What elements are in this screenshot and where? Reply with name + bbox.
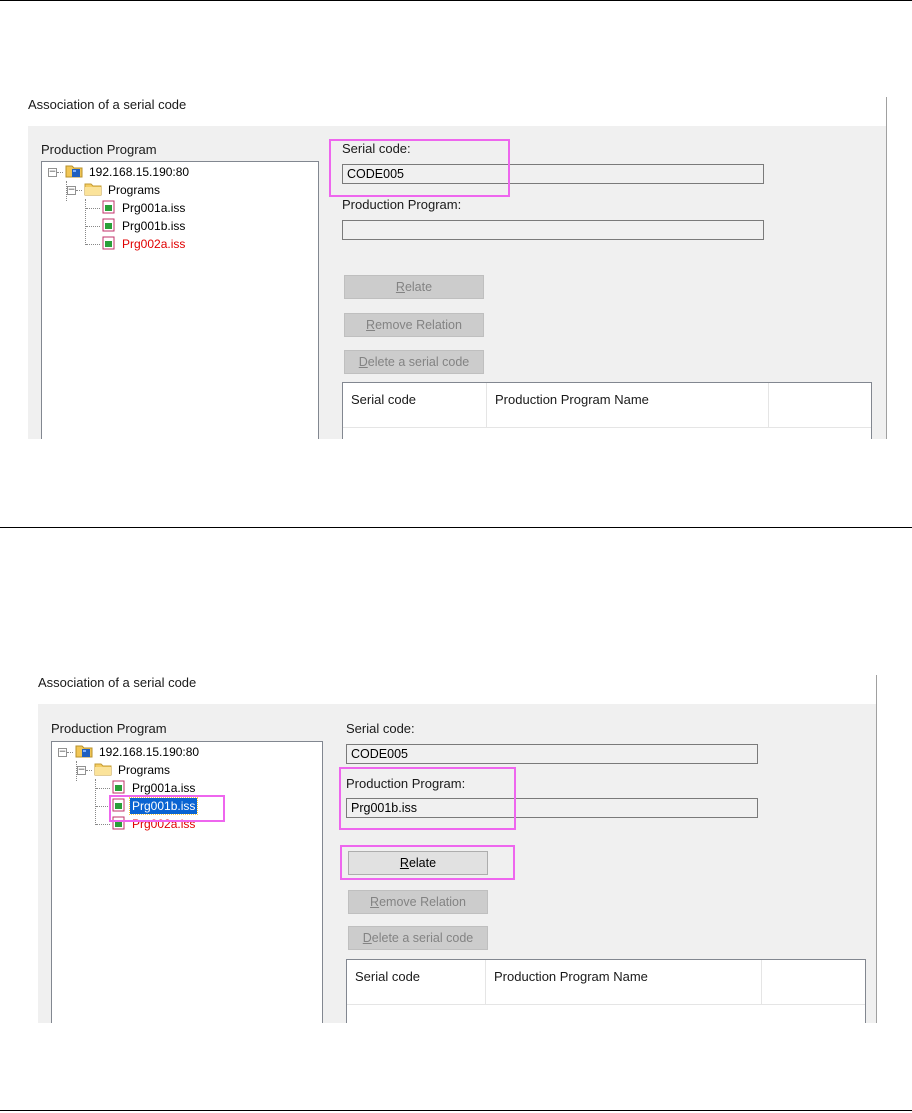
tree-node-label: Prg001a.iss bbox=[132, 781, 196, 795]
mnemonic: R bbox=[395, 280, 405, 294]
folder-icon bbox=[84, 182, 102, 199]
mnemonic: R bbox=[399, 856, 409, 870]
mnemonic: D bbox=[358, 355, 368, 369]
tree-node-file[interactable]: Prg001a.iss bbox=[96, 779, 197, 797]
list-header: Serial code Production Program Name bbox=[343, 383, 871, 427]
button-label: elate bbox=[408, 856, 437, 870]
content-panel: Production Program − 192.168.15.190:80 −… bbox=[38, 704, 876, 1023]
delete-serial-code-button[interactable]: Delete a serial code bbox=[348, 926, 488, 950]
content-panel: Production Program − 192.168.15.190:80 −… bbox=[28, 126, 886, 439]
server-icon bbox=[65, 163, 83, 181]
relate-button[interactable]: Relate bbox=[344, 275, 484, 299]
tree-connector bbox=[96, 823, 110, 825]
tree-connector bbox=[96, 787, 110, 789]
script-file-icon bbox=[102, 200, 116, 217]
screenshot-after: Association of a serial code Production … bbox=[38, 675, 878, 1023]
program-tree[interactable]: − 192.168.15.190:80 − Programs Prg001a.i… bbox=[41, 161, 319, 439]
serial-code-list[interactable]: Serial code Production Program Name bbox=[342, 382, 872, 439]
header-divider bbox=[347, 1004, 865, 1005]
top-rule bbox=[0, 0, 912, 1]
tree-node-label: Prg001b.iss bbox=[128, 797, 199, 815]
tree-connector bbox=[67, 751, 73, 753]
tree-connector bbox=[57, 171, 63, 173]
production-program-label: Production Program: bbox=[342, 197, 462, 212]
script-file-icon bbox=[102, 218, 116, 235]
tree-node-label: Programs bbox=[118, 763, 171, 777]
tree-node-label: Prg002a.iss bbox=[122, 237, 186, 251]
column-header-label: Serial code bbox=[351, 392, 417, 407]
server-icon bbox=[75, 743, 93, 761]
column-header-serial-code[interactable]: Serial code bbox=[343, 383, 487, 427]
serial-code-label: Serial code: bbox=[346, 721, 415, 736]
screenshot-before: Association of a serial code Production … bbox=[28, 97, 888, 439]
mnemonic: R bbox=[366, 318, 376, 332]
button-label: emove Relation bbox=[379, 895, 466, 909]
tree-node-file[interactable]: Prg002a.iss bbox=[96, 815, 197, 833]
tree-node-server[interactable]: − 192.168.15.190:80 bbox=[48, 163, 191, 181]
collapse-icon[interactable]: − bbox=[58, 747, 67, 757]
bottom-rule bbox=[0, 1110, 912, 1111]
dialog-right-border bbox=[886, 97, 887, 439]
tree-node-label: Prg001b.iss bbox=[122, 219, 186, 233]
dialog-title: Association of a serial code bbox=[38, 675, 197, 690]
remove-relation-button[interactable]: Remove Relation bbox=[348, 890, 488, 914]
serial-code-label: Serial code: bbox=[342, 141, 411, 156]
middle-rule bbox=[0, 527, 912, 528]
production-program-field[interactable]: Prg001b.iss bbox=[346, 798, 758, 818]
tree-label: Production Program bbox=[41, 142, 157, 157]
collapse-icon[interactable]: − bbox=[67, 185, 76, 195]
button-label: emove Relation bbox=[375, 318, 462, 332]
tree-connector bbox=[86, 207, 100, 209]
tree-node-label: 192.168.15.190:80 bbox=[89, 165, 190, 179]
production-program-label: Production Program: bbox=[346, 776, 466, 791]
tree-node-file[interactable]: Prg002a.iss bbox=[86, 235, 187, 253]
tree-node-label: 192.168.15.190:80 bbox=[99, 745, 200, 759]
collapse-icon[interactable]: − bbox=[48, 167, 57, 177]
tree-node-label: Prg002a.iss bbox=[132, 817, 196, 831]
column-header-label: Serial code bbox=[355, 969, 421, 984]
tree-node-file[interactable]: Prg001b.iss bbox=[86, 217, 187, 235]
script-file-icon bbox=[112, 798, 126, 815]
delete-serial-code-button[interactable]: Delete a serial code bbox=[344, 350, 484, 374]
tree-node-programs[interactable]: − Programs bbox=[67, 181, 162, 199]
tree-connector bbox=[86, 769, 92, 771]
list-header: Serial code Production Program Name bbox=[347, 960, 865, 1004]
tree-connector bbox=[76, 189, 82, 191]
tree-node-file[interactable]: Prg001a.iss bbox=[86, 199, 187, 217]
remove-relation-button[interactable]: Remove Relation bbox=[344, 313, 484, 337]
button-label: elete a serial code bbox=[371, 931, 474, 945]
column-header-serial-code[interactable]: Serial code bbox=[347, 960, 486, 1004]
tree-connector bbox=[86, 243, 100, 245]
folder-icon bbox=[94, 762, 112, 779]
column-header-program-name[interactable]: Production Program Name bbox=[487, 383, 769, 427]
button-label: elete a serial code bbox=[367, 355, 470, 369]
column-header-label: Production Program Name bbox=[494, 969, 648, 984]
button-label: elate bbox=[404, 280, 433, 294]
tree-node-server[interactable]: − 192.168.15.190:80 bbox=[58, 743, 201, 761]
tree-connector bbox=[86, 225, 100, 227]
collapse-icon[interactable]: − bbox=[77, 765, 86, 775]
tree-node-label: Prg001a.iss bbox=[122, 201, 186, 215]
tree-node-label: Programs bbox=[108, 183, 161, 197]
serial-code-field[interactable]: CODE005 bbox=[346, 744, 758, 764]
script-file-icon bbox=[112, 780, 126, 797]
mnemonic: D bbox=[362, 931, 372, 945]
program-tree[interactable]: − 192.168.15.190:80 − Programs Prg001a.i… bbox=[51, 741, 323, 1023]
script-file-icon bbox=[112, 816, 126, 833]
column-header-program-name[interactable]: Production Program Name bbox=[486, 960, 762, 1004]
header-divider bbox=[343, 427, 871, 428]
production-program-field[interactable] bbox=[342, 220, 764, 240]
dialog-title: Association of a serial code bbox=[28, 97, 187, 112]
tree-node-file-selected[interactable]: Prg001b.iss bbox=[96, 797, 199, 815]
serial-code-list[interactable]: Serial code Production Program Name bbox=[346, 959, 866, 1023]
tree-node-programs[interactable]: − Programs bbox=[77, 761, 172, 779]
mnemonic: R bbox=[370, 895, 380, 909]
column-header-label: Production Program Name bbox=[495, 392, 649, 407]
tree-label: Production Program bbox=[51, 721, 167, 736]
script-file-icon bbox=[102, 236, 116, 253]
serial-code-field[interactable]: CODE005 bbox=[342, 164, 764, 184]
dialog-right-border bbox=[876, 675, 877, 1023]
relate-button[interactable]: Relate bbox=[348, 851, 488, 875]
tree-connector bbox=[96, 805, 110, 807]
